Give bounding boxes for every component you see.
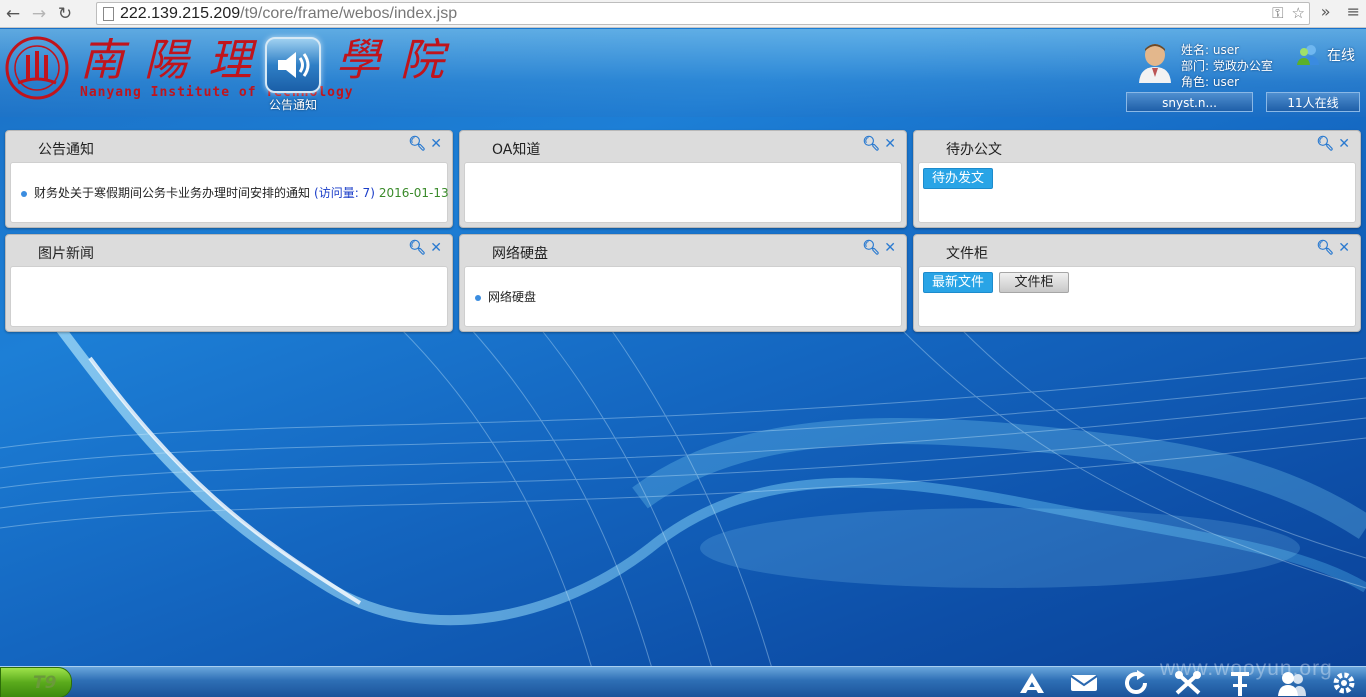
search-icon[interactable]: 🔍︎ xyxy=(862,240,880,256)
start-button[interactable]: T9 xyxy=(0,667,72,697)
portlet-pending-documents: 待办公文 🔍︎ ✕ 待办发文 xyxy=(913,130,1361,228)
portlet-body: 待办发文 xyxy=(918,162,1356,223)
menu-icon[interactable]: ≡ xyxy=(1347,2,1360,21)
url-path: /t9/core/frame/webos/index.jsp xyxy=(240,4,458,22)
search-icon[interactable]: 🔍︎ xyxy=(408,136,426,152)
portlet-body: 财务处关于寒假期间公务卡业务办理时间安排的通知 (访问量: 7) 2016-01-1… xyxy=(10,162,449,223)
online-users-icon[interactable] xyxy=(1296,43,1320,67)
portlet-photo-news: 图片新闻 🔍︎ ✕ xyxy=(5,234,453,332)
browser-toolbar: ← → ↻ 222.139.215.209 /t9/core/frame/web… xyxy=(0,0,1366,28)
university-seal-logo xyxy=(5,36,69,100)
notice-label: 公告通知 xyxy=(268,98,317,112)
user-role: 角色: user xyxy=(1181,75,1240,89)
portlet-body: 网络硬盘 xyxy=(464,266,902,327)
current-user-button[interactable]: snyst.n... xyxy=(1126,92,1253,112)
start-label: T9 xyxy=(33,673,57,693)
disk-link[interactable]: 网络硬盘 xyxy=(488,290,536,304)
close-icon[interactable]: ✕ xyxy=(1338,240,1350,256)
tab-latest-files[interactable]: 最新文件 xyxy=(923,272,993,293)
address-bar[interactable]: 222.139.215.209 /t9/core/frame/webos/ind… xyxy=(96,2,1310,25)
close-icon[interactable]: ✕ xyxy=(430,136,442,152)
portlet-title: 文件柜 xyxy=(946,246,988,262)
watermark: www.wooyun.org xyxy=(1160,657,1333,680)
extensions-icon[interactable]: » xyxy=(1321,2,1331,21)
user-name: 姓名: user xyxy=(1181,43,1240,57)
notice-title[interactable]: 财务处关于寒假期间公务卡业务办理时间安排的通知 xyxy=(34,186,310,200)
portlet-notices: 公告通知 🔍︎ ✕ 财务处关于寒假期间公务卡业务办理时间安排的通知 (访问量: 7… xyxy=(5,130,453,228)
search-icon[interactable]: 🔍︎ xyxy=(1316,240,1334,256)
refresh-icon[interactable] xyxy=(1120,669,1152,697)
mail-icon[interactable] xyxy=(1068,669,1100,697)
portlet-body xyxy=(464,162,902,223)
portlet-network-disk: 网络硬盘 🔍︎ ✕ 网络硬盘 xyxy=(459,234,907,332)
portlet-title: 公告通知 xyxy=(38,142,94,158)
avatar xyxy=(1139,44,1171,83)
bullet-icon xyxy=(21,190,27,197)
url-host: 222.139.215.209 xyxy=(120,4,241,22)
user-info: 姓名: user 部门: 党政办公室 角色: user xyxy=(1181,42,1273,90)
search-icon[interactable]: 🔍︎ xyxy=(408,240,426,256)
forward-icon[interactable]: → xyxy=(26,1,52,27)
search-icon[interactable]: 🔍︎ xyxy=(862,136,880,152)
portlet-title: OA知道 xyxy=(492,142,541,158)
close-icon[interactable]: ✕ xyxy=(884,136,896,152)
portlet-title: 网络硬盘 xyxy=(492,246,548,262)
online-count-button[interactable]: 11人在线 xyxy=(1266,92,1360,112)
desktop-wallpaper xyxy=(0,324,1366,697)
reload-icon[interactable]: ↻ xyxy=(52,1,78,27)
tab-file-cabinet[interactable]: 文件柜 xyxy=(999,272,1069,293)
portlet-body: 最新文件 文件柜 xyxy=(918,266,1356,327)
list-item[interactable]: 财务处关于寒假期间公务卡业务办理时间安排的通知 (访问量: 7) 2016-01-1… xyxy=(21,184,449,201)
key-icon[interactable]: ⚿ xyxy=(1272,4,1283,22)
portlet-title: 图片新闻 xyxy=(38,246,94,262)
portlet-file-cabinet: 文件柜 🔍︎ ✕ 最新文件 文件柜 xyxy=(913,234,1361,332)
app-icon[interactable] xyxy=(1016,669,1048,697)
page-icon xyxy=(103,6,114,21)
close-icon[interactable]: ✕ xyxy=(430,240,442,256)
back-icon[interactable]: ← xyxy=(0,1,26,27)
notice-speaker-button[interactable] xyxy=(265,37,321,93)
portlet-body xyxy=(10,266,448,327)
list-item[interactable]: 网络硬盘 xyxy=(475,288,536,305)
search-icon[interactable]: 🔍︎ xyxy=(1316,136,1334,152)
portlet-oa-knowledge: OA知道 🔍︎ ✕ xyxy=(459,130,907,228)
bullet-icon xyxy=(475,294,481,301)
tab-pending-outgoing[interactable]: 待办发文 xyxy=(923,168,993,189)
notice-date: 2016-01-13 xyxy=(378,186,449,200)
close-icon[interactable]: ✕ xyxy=(1338,136,1350,152)
notice-visits: (访问量: 7) xyxy=(314,186,375,200)
close-icon[interactable]: ✕ xyxy=(884,240,896,256)
speaker-icon xyxy=(278,52,310,78)
user-department: 部门: 党政办公室 xyxy=(1181,59,1273,73)
portlet-title: 待办公文 xyxy=(946,142,1002,158)
online-status[interactable]: 在线 xyxy=(1327,45,1355,65)
star-icon[interactable]: ☆ xyxy=(1292,4,1305,22)
app-header: 南陽理工學院 Nanyang Institute of Technology 公… xyxy=(0,29,1366,117)
